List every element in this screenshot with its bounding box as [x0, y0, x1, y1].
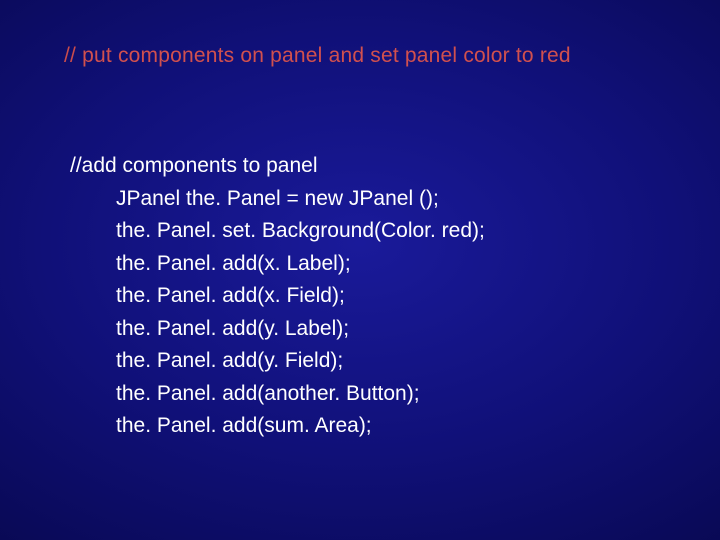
code-block: //add components to panel JPanel the. Pa… [70, 150, 485, 443]
code-comment: //add components to panel [70, 150, 485, 183]
title-slashes: // [64, 44, 76, 67]
code-line: the. Panel. add(sum. Area); [70, 410, 485, 443]
slide-title: // put components on panel and set panel… [64, 44, 571, 68]
code-line: the. Panel. add(x. Label); [70, 248, 485, 281]
code-line: JPanel the. Panel = new JPanel (); [70, 183, 485, 216]
code-line: the. Panel. add(y. Label); [70, 313, 485, 346]
code-line: the. Panel. set. Background(Color. red); [70, 215, 485, 248]
code-line: the. Panel. add(x. Field); [70, 280, 485, 313]
slide: // put components on panel and set panel… [0, 0, 720, 540]
code-line: the. Panel. add(another. Button); [70, 378, 485, 411]
code-line: the. Panel. add(y. Field); [70, 345, 485, 378]
title-text: put components on panel and set panel co… [76, 44, 571, 67]
